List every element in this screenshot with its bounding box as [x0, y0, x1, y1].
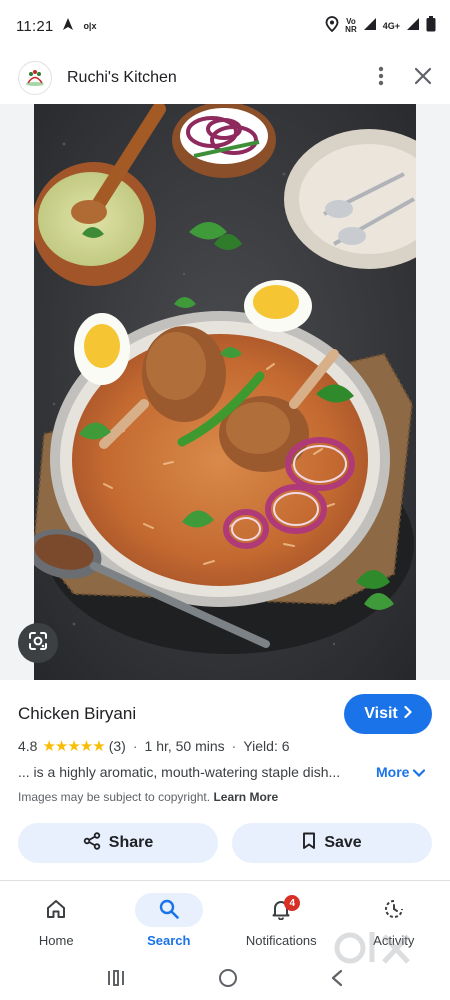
location-icon: [325, 16, 339, 36]
visit-button[interactable]: Visit: [344, 694, 432, 734]
status-bar: 11:21 o|x Vo NR 4G+: [0, 0, 450, 52]
share-icon: [83, 831, 101, 855]
home-circle-icon[interactable]: [218, 968, 238, 993]
signal-icon: [363, 17, 377, 35]
save-button[interactable]: Save: [232, 823, 432, 863]
nav-home-label: Home: [38, 933, 74, 948]
copyright-text: Images may be subject to copyright.: [18, 790, 211, 804]
share-button[interactable]: Share: [18, 823, 218, 863]
learn-more-link[interactable]: Learn More: [213, 790, 278, 804]
activity-icon: [383, 898, 405, 923]
recipe-description-row: ... is a highly aromatic, mouth-watering…: [18, 764, 432, 780]
source-header: Ruchi's Kitchen: [0, 52, 450, 104]
recents-icon[interactable]: [106, 969, 126, 992]
volte-line2: NR: [345, 25, 357, 34]
lens-icon: [27, 630, 49, 657]
chevron-right-icon: [404, 705, 412, 723]
nav-notifications[interactable]: 4 Notifications: [225, 881, 338, 960]
nav-search-label: Search: [147, 933, 191, 948]
nav-notifications-label: Notifications: [245, 933, 317, 948]
recipe-description: ... is a highly aromatic, mouth-watering…: [18, 764, 341, 780]
image-viewer: [0, 104, 450, 680]
site-name[interactable]: Ruchi's Kitchen: [67, 69, 177, 87]
chevron-down-icon: [413, 764, 426, 780]
more-button[interactable]: More: [376, 764, 426, 780]
system-navigation-bar: [0, 960, 450, 1000]
recipe-title[interactable]: Chicken Biryani: [18, 704, 136, 724]
more-vert-icon[interactable]: [378, 66, 384, 91]
recipe-yield: Yield: 6: [243, 738, 290, 754]
separator-dot: ·: [231, 738, 237, 754]
rating-value: 4.8: [18, 738, 38, 754]
nav-home[interactable]: Home: [0, 881, 113, 960]
volte-indicator: Vo NR: [345, 18, 357, 34]
save-label: Save: [324, 834, 362, 851]
visit-label: Visit: [364, 705, 398, 722]
battery-icon: [426, 16, 436, 36]
network-type: 4G+: [382, 21, 400, 31]
nav-search[interactable]: Search: [113, 881, 226, 960]
separator-dot: ·: [132, 738, 138, 754]
search-icon: [158, 898, 180, 923]
navigation-icon: [61, 17, 75, 35]
bookmark-icon: [302, 832, 316, 855]
more-label: More: [376, 764, 410, 780]
recipe-meta: 4.8 ★★★★★ (3) · 1 hr, 50 mins · Yield: 6: [18, 737, 290, 755]
back-icon[interactable]: [330, 969, 344, 992]
site-logo[interactable]: [18, 61, 52, 95]
cook-duration: 1 hr, 50 mins: [144, 738, 225, 754]
rating-stars: ★★★★★: [42, 738, 105, 755]
home-icon: [45, 898, 67, 923]
close-icon[interactable]: [414, 67, 432, 90]
notification-badge: 4: [284, 895, 301, 911]
status-time: 11:21: [16, 17, 54, 35]
review-count: (3): [108, 738, 126, 754]
carrier-mark: o|x: [83, 21, 97, 31]
google-lens-button[interactable]: [18, 623, 58, 663]
copyright-notice: Images may be subject to copyright. Lear…: [18, 790, 278, 804]
signal-icon-2: [406, 17, 420, 35]
share-label: Share: [108, 834, 154, 851]
recipe-photo[interactable]: [34, 104, 416, 680]
